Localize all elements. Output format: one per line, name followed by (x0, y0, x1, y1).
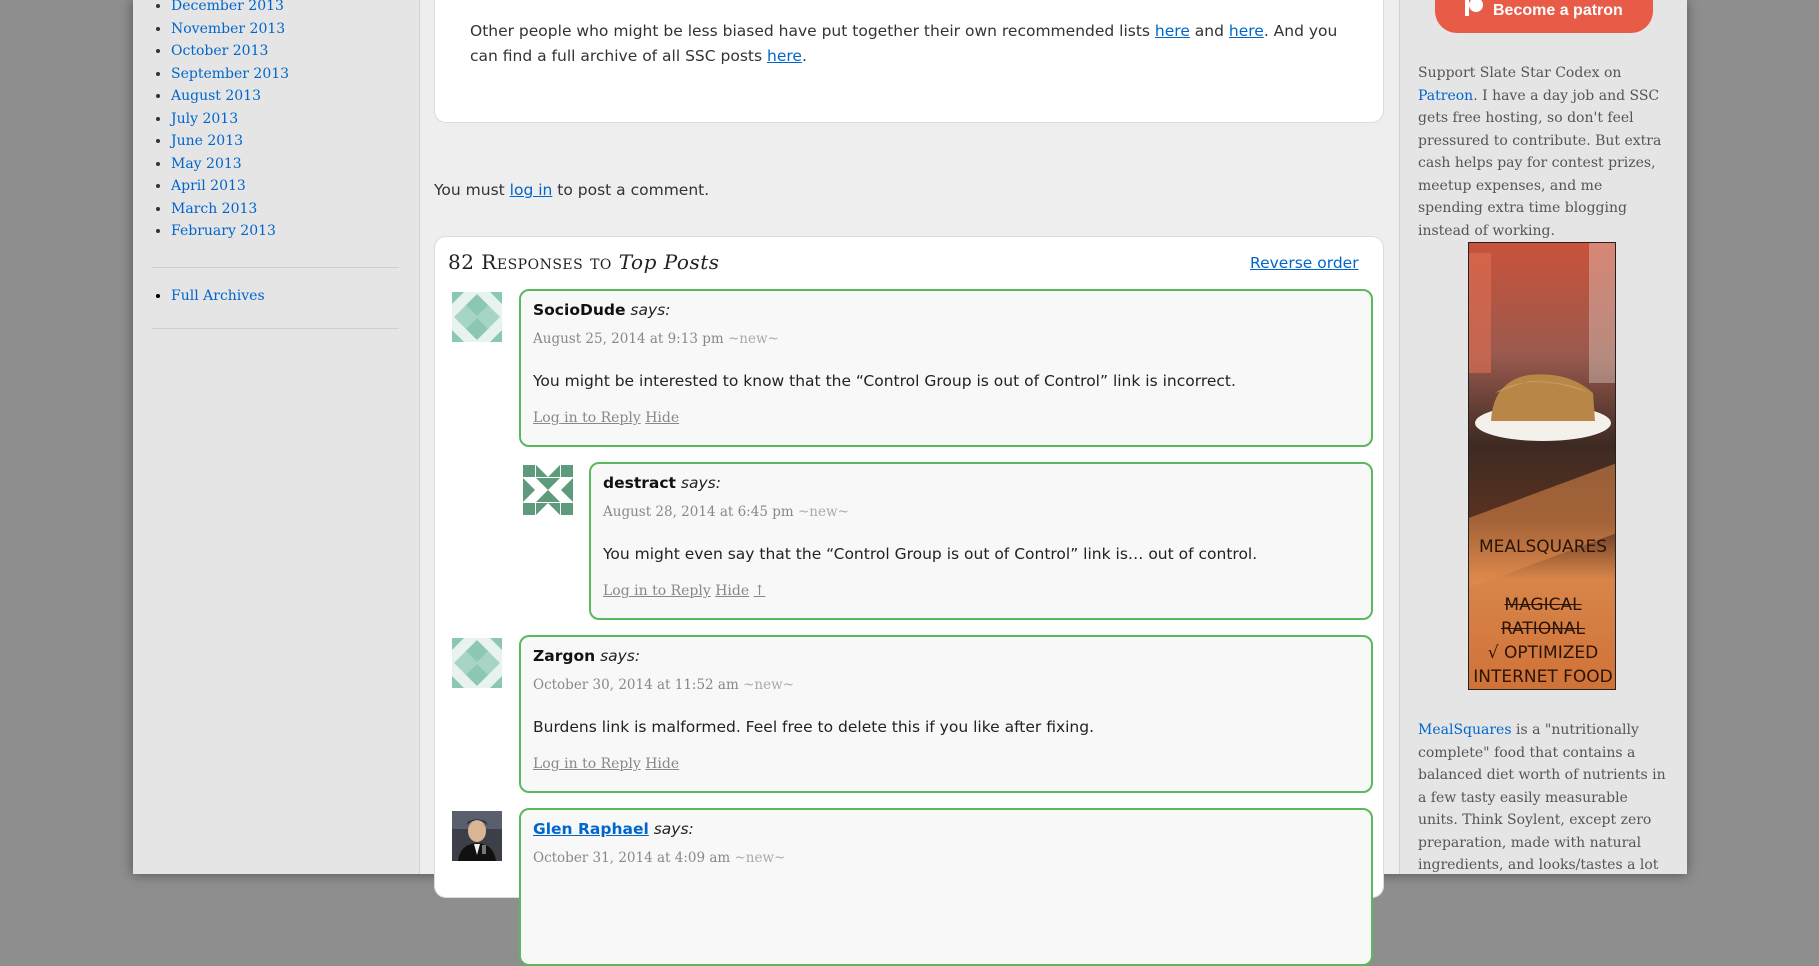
sidebar-divider (152, 267, 399, 268)
post-box: Other people who might be less biased ha… (434, 0, 1384, 123)
comment-text: You might even say that the “Control Gro… (603, 545, 1258, 563)
says-label: says: (680, 474, 721, 492)
archive-item[interactable]: September 2013 (171, 63, 289, 86)
ad-line: MAGICAL (1504, 595, 1582, 615)
comments-section: 82 Responses to Top Posts Reverse order … (434, 236, 1384, 966)
login-prompt-text: to post a comment. (552, 181, 710, 199)
comment-date[interactable]: August 28, 2014 at 6:45 pm (603, 504, 794, 520)
comment-date-line: October 31, 2014 at 4:09 am ~new~ (533, 850, 785, 866)
identicon-avatar (452, 292, 502, 342)
archive-item[interactable]: October 2013 (171, 40, 289, 63)
comment-card: Zargon says: October 30, 2014 at 11:52 a… (519, 635, 1373, 793)
archive-link[interactable]: here (767, 47, 802, 65)
mealsquares-description: MealSquares is a "nutritionally complete… (1418, 719, 1668, 877)
comment-card: SocioDude says: August 25, 2014 at 9:13 … (519, 289, 1373, 447)
comment-author: Zargon (533, 647, 596, 665)
says-label: says: (600, 647, 641, 665)
comment-author-link[interactable]: Glen Raphael (533, 820, 649, 838)
comment-author-line: Glen Raphael says: (533, 820, 694, 838)
mealsquares-text: is a "nutritionally complete" food that … (1418, 722, 1666, 873)
new-badge: ~new~ (734, 850, 786, 866)
ad-line: INTERNET FOOD (1473, 667, 1613, 687)
support-text: Support Slate Star Codex on (1418, 65, 1622, 81)
login-prompt: You must log in to post a comment. (434, 181, 709, 199)
says-label: says: (653, 820, 694, 838)
recommended-list-link-2[interactable]: here (1229, 22, 1264, 40)
new-badge: ~new~ (743, 677, 794, 693)
become-patron-button[interactable]: Become a patron (1435, 0, 1653, 33)
comment-author-line: SocioDude says: (533, 301, 670, 319)
comment-text: You might be interested to know that the… (533, 372, 1236, 390)
archive-item[interactable]: March 2013 (171, 198, 289, 221)
hide-link[interactable]: Hide (715, 583, 749, 599)
hide-link[interactable]: Hide (645, 410, 679, 426)
archive-item[interactable]: July 2013 (171, 108, 289, 131)
comment-actions: Log in to Reply Hide (533, 410, 679, 426)
footer-text: . (801, 47, 807, 65)
new-badge: ~new~ (797, 504, 849, 520)
hide-link[interactable]: Hide (645, 756, 679, 772)
reply-link[interactable]: Log in to Reply (603, 583, 711, 599)
footer-text: Other people who might be less biased ha… (470, 22, 1155, 40)
parent-arrow-icon[interactable]: ↑ (754, 583, 766, 599)
sidebar-divider (152, 328, 399, 329)
login-prompt-text: You must (434, 181, 510, 199)
archive-item[interactable]: November 2013 (171, 18, 289, 41)
archive-item[interactable]: August 2013 (171, 85, 289, 108)
comment-date-line: October 30, 2014 at 11:52 am ~new~ (533, 677, 794, 693)
responses-count: 82 Responses to (448, 250, 619, 274)
post-title: Top Posts (618, 250, 720, 274)
archive-item[interactable]: February 2013 (171, 220, 289, 243)
new-badge: ~new~ (727, 331, 779, 347)
comment-date-line: August 25, 2014 at 9:13 pm ~new~ (533, 331, 779, 347)
comment-card: Glen Raphael says: October 31, 2014 at 4… (519, 808, 1373, 966)
comment-date[interactable]: August 25, 2014 at 9:13 pm (533, 331, 724, 347)
support-text: . I have a day job and SSC gets free hos… (1418, 87, 1662, 239)
comment-date[interactable]: October 31, 2014 at 4:09 am (533, 850, 730, 866)
archive-item[interactable]: December 2013 (171, 0, 289, 18)
post-footer-text: Other people who might be less biased ha… (470, 19, 1370, 69)
archive-item[interactable]: May 2013 (171, 153, 289, 176)
login-link[interactable]: log in (510, 181, 553, 199)
main-content: Other people who might be less biased ha… (434, 0, 1384, 966)
ad-line: √ OPTIMIZED (1487, 643, 1599, 663)
full-archives-link[interactable]: Full Archives (171, 286, 265, 306)
comment-author-line: destract says: (603, 474, 721, 492)
responses-heading: 82 Responses to Top Posts (448, 250, 720, 274)
reply-link[interactable]: Log in to Reply (533, 756, 641, 772)
comment-date-line: August 28, 2014 at 6:45 pm ~new~ (603, 504, 849, 520)
mealsquares-link[interactable]: MealSquares (1418, 722, 1512, 738)
comment-date[interactable]: October 30, 2014 at 11:52 am (533, 677, 739, 693)
comment-card-reply: destract says: August 28, 2014 at 6:45 p… (589, 462, 1373, 620)
patreon-logo-icon (1465, 0, 1483, 16)
patreon-link[interactable]: Patreon (1418, 88, 1473, 104)
archive-item[interactable]: April 2013 (171, 175, 289, 198)
says-label: says: (630, 301, 671, 319)
reverse-order-link[interactable]: Reverse order (1250, 254, 1359, 272)
left-sidebar: December 2013 November 2013 October 2013… (133, 0, 420, 874)
ad-brand: MEALSQUARES (1478, 537, 1608, 557)
right-sidebar: Become a patron Support Slate Star Codex… (1399, 0, 1687, 874)
full-archives-list: Full Archives (133, 286, 265, 306)
identicon-avatar (452, 638, 502, 688)
patron-button-label: Become a patron (1493, 2, 1623, 19)
archive-item[interactable]: June 2013 (171, 130, 289, 153)
user-photo-avatar (452, 811, 502, 861)
archive-list: December 2013 November 2013 October 2013… (133, 0, 289, 243)
comment-actions: Log in to Reply Hide ↑ (603, 583, 765, 599)
comment-author: destract (603, 474, 676, 492)
comment-actions: Log in to Reply Hide (533, 756, 679, 772)
comment-author-line: Zargon says: (533, 647, 640, 665)
footer-text: and (1189, 22, 1229, 40)
page: December 2013 November 2013 October 2013… (133, 0, 1687, 966)
comment-text: Burdens link is malformed. Feel free to … (533, 718, 1095, 736)
reply-link[interactable]: Log in to Reply (533, 410, 641, 426)
comment-author: SocioDude (533, 301, 626, 319)
ad-line: RATIONAL (1500, 619, 1586, 639)
patreon-support-text: Support Slate Star Codex on Patreon. I h… (1418, 62, 1668, 242)
recommended-list-link-1[interactable]: here (1155, 22, 1190, 40)
identicon-avatar (523, 465, 573, 515)
mealsquares-ad[interactable]: MEALSQUARES MAGICAL RATIONAL √ OPTIMIZED… (1468, 242, 1616, 690)
